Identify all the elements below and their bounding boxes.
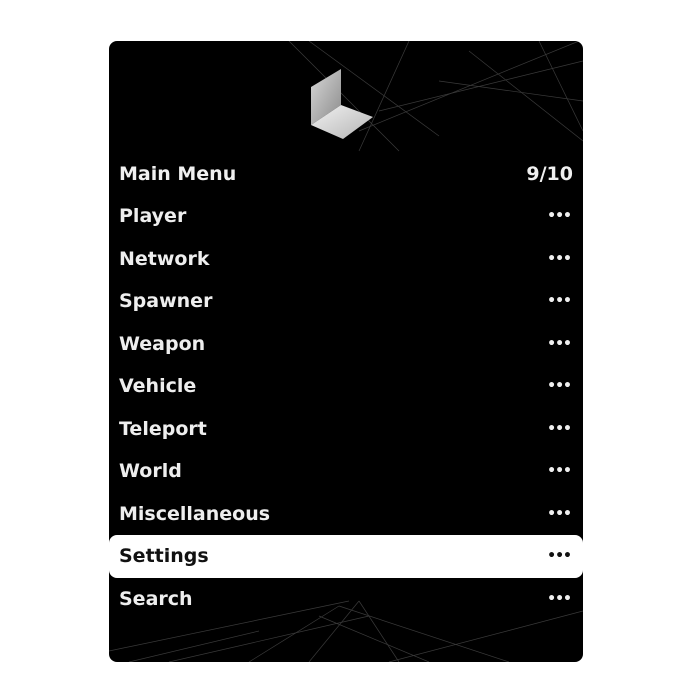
mod-menu-panel: Main Menu 9/10 Player ••• Network ••• Sp… [109, 41, 583, 662]
menu-item-network[interactable]: Network ••• [109, 238, 583, 281]
menu-item-search[interactable]: Search ••• [109, 578, 583, 621]
menu-item-label: Player [119, 205, 187, 228]
menu-item-weapon[interactable]: Weapon ••• [109, 323, 583, 366]
menu-item-teleport[interactable]: Teleport ••• [109, 408, 583, 451]
menu-item-label: Vehicle [119, 375, 197, 398]
menu-item-miscellaneous[interactable]: Miscellaneous ••• [109, 493, 583, 536]
menu-item-label: Teleport [119, 417, 207, 440]
more-dots-icon: ••• [547, 420, 572, 437]
menu-item-label: Settings [119, 545, 209, 568]
more-dots-icon: ••• [547, 208, 572, 225]
page-indicator: 9/10 [526, 163, 573, 185]
menu-header: Main Menu 9/10 [109, 153, 583, 195]
menu-item-settings[interactable]: Settings ••• [109, 535, 583, 578]
menu-item-vehicle[interactable]: Vehicle ••• [109, 365, 583, 408]
more-dots-icon: ••• [547, 378, 572, 395]
menu-title: Main Menu [119, 163, 237, 185]
more-dots-icon: ••• [547, 590, 572, 607]
menu-items-list: Player ••• Network ••• Spawner ••• Weapo… [109, 195, 583, 620]
menu-item-spawner[interactable]: Spawner ••• [109, 280, 583, 323]
more-dots-icon: ••• [547, 293, 572, 310]
menu-item-label: Weapon [119, 332, 206, 355]
more-dots-icon: ••• [547, 505, 572, 522]
more-dots-icon: ••• [547, 335, 572, 352]
menu-item-label: Search [119, 587, 193, 610]
logo-cube-icon [311, 69, 373, 139]
menu-item-label: Spawner [119, 290, 213, 313]
menu-item-label: World [119, 460, 182, 483]
menu-item-world[interactable]: World ••• [109, 450, 583, 493]
more-dots-icon: ••• [547, 548, 572, 565]
menu-item-label: Network [119, 247, 210, 270]
more-dots-icon: ••• [547, 250, 572, 267]
menu-item-label: Miscellaneous [119, 502, 271, 525]
more-dots-icon: ••• [547, 463, 572, 480]
menu-item-player[interactable]: Player ••• [109, 195, 583, 238]
